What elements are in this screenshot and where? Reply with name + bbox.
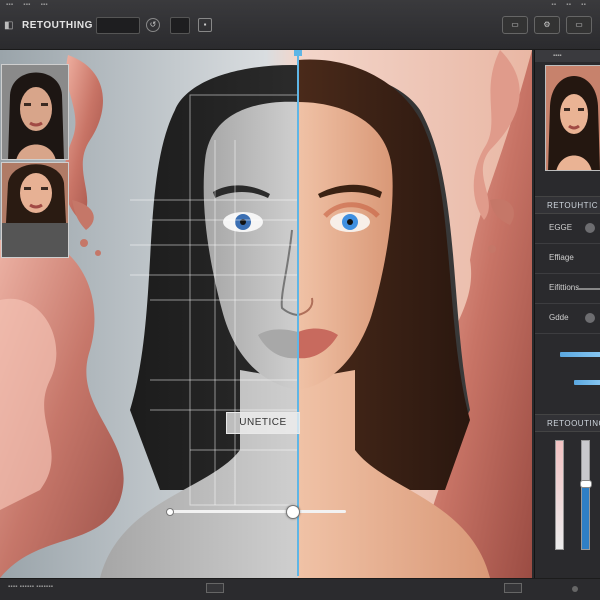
menu-item[interactable]: ▪▪▪ bbox=[6, 2, 13, 12]
option-label: Gdde bbox=[549, 313, 569, 322]
thumbnail-original[interactable] bbox=[1, 64, 69, 160]
comparison-slider-track[interactable] bbox=[170, 510, 346, 513]
option-label: Effiage bbox=[549, 253, 574, 262]
thumbnail-retouched[interactable] bbox=[1, 162, 69, 258]
option-edge[interactable]: EGGE bbox=[535, 214, 600, 244]
app-title: RETOUTHING bbox=[22, 20, 93, 31]
image-canvas[interactable]: UNETICE bbox=[0, 50, 532, 578]
comparison-slider-thumb[interactable] bbox=[286, 505, 300, 519]
option-gdde[interactable]: Gdde bbox=[535, 304, 600, 334]
before-after-divider[interactable] bbox=[297, 52, 299, 576]
redo-icon[interactable]: ▪ bbox=[198, 18, 212, 32]
before-label: UNETICE bbox=[226, 412, 300, 434]
menu-bar: ▪▪▪ ▪▪▪ ▪▪▪ ▪▪ ▪▪ ▪▪ bbox=[0, 2, 600, 12]
status-indicator bbox=[572, 586, 578, 592]
vertical-slider-fill bbox=[582, 484, 589, 549]
preset-field[interactable] bbox=[96, 17, 140, 34]
status-box[interactable] bbox=[206, 583, 224, 593]
menu-item[interactable]: ▪▪▪ bbox=[23, 2, 30, 12]
retouch-options: RETOUHTIC EGGE Effiage Eifittions Gdde bbox=[535, 196, 600, 385]
adjust-slider-1[interactable] bbox=[560, 352, 600, 357]
export-button[interactable]: ▭ bbox=[566, 16, 592, 34]
panel-header: ▪▪▪▪ bbox=[535, 50, 600, 62]
view-toggle-button[interactable]: ▭ bbox=[502, 16, 528, 34]
status-box[interactable] bbox=[504, 583, 522, 593]
app-icon: ◧ bbox=[4, 20, 14, 31]
adjust-slider-2[interactable] bbox=[574, 380, 600, 385]
option-label: Eifittions bbox=[549, 283, 580, 292]
option-toggle[interactable] bbox=[585, 313, 595, 323]
toolbar-right: ▭ ⚙ ▭ bbox=[502, 16, 592, 34]
window-control[interactable]: ▪▪ bbox=[581, 2, 586, 12]
right-panel: ▪▪▪▪ RETOUHTIC EGGE Effiage Eifittions G… bbox=[534, 50, 600, 578]
status-text: ▪▪▪▪ ▪▪▪▪▪▪ ▪▪▪▪▪▪▪ bbox=[8, 584, 54, 590]
option-label: EGGE bbox=[549, 223, 573, 232]
options-title: RETOUHTIC bbox=[535, 196, 600, 214]
option-effiage[interactable]: Effiage bbox=[535, 244, 600, 274]
menu-item[interactable]: ▪▪▪ bbox=[41, 2, 48, 12]
undo-icon[interactable]: ↺ bbox=[146, 18, 160, 32]
settings-icon[interactable]: ⚙ bbox=[534, 16, 560, 34]
window-control[interactable]: ▪▪ bbox=[566, 2, 571, 12]
top-toolbar: ▪▪▪ ▪▪▪ ▪▪▪ ▪▪ ▪▪ ▪▪ ◧ RETOUTHING ↺ ▪ ▭ … bbox=[0, 0, 600, 50]
option-toggle[interactable] bbox=[585, 223, 595, 233]
thumbnail-strip bbox=[1, 64, 69, 260]
window-control[interactable]: ▪▪ bbox=[551, 2, 556, 12]
retouching-title: RETOOUTING bbox=[535, 414, 600, 432]
vertical-slider-2[interactable] bbox=[580, 440, 592, 550]
before-after-portrait bbox=[0, 50, 532, 578]
status-bar: ▪▪▪▪ ▪▪▪▪▪▪ ▪▪▪▪▪▪▪ bbox=[0, 578, 600, 600]
comparison-slider-start[interactable] bbox=[166, 508, 174, 516]
option-slider[interactable] bbox=[577, 288, 600, 290]
mode-field[interactable] bbox=[170, 17, 190, 34]
retouching-section: RETOOUTING bbox=[535, 414, 600, 550]
vertical-slider-knob[interactable] bbox=[580, 480, 592, 488]
option-eifittions[interactable]: Eifittions bbox=[535, 274, 600, 304]
panel-preview-thumbnail[interactable] bbox=[545, 65, 600, 171]
vertical-slider-1[interactable] bbox=[555, 440, 564, 550]
